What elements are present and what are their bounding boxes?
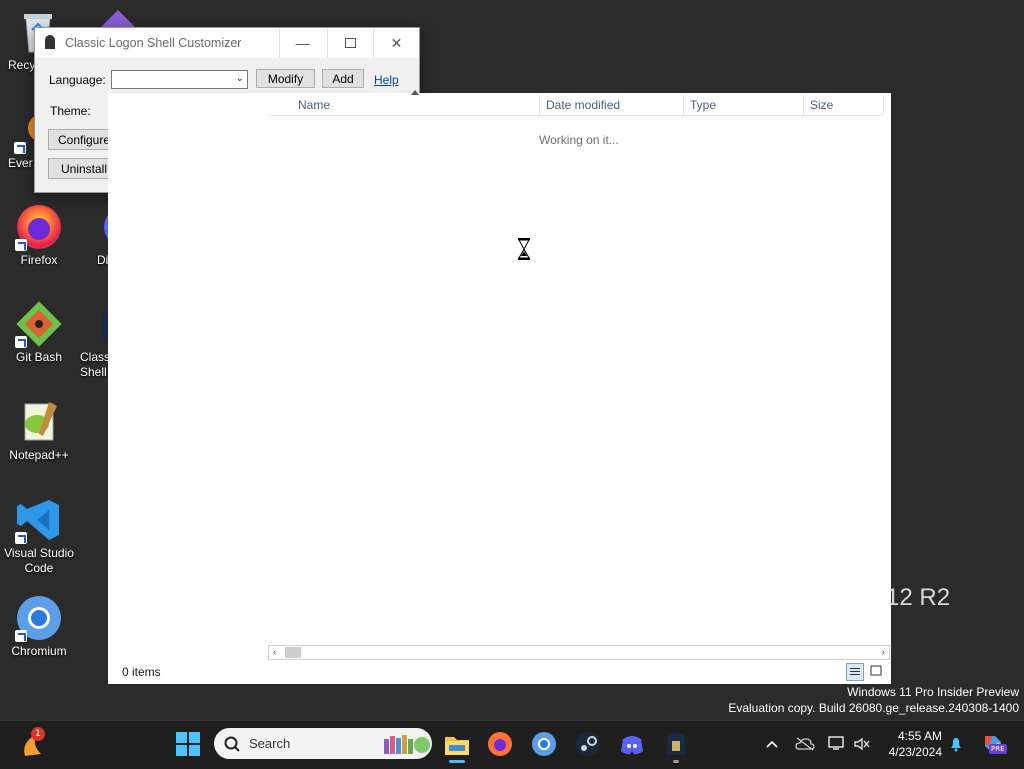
volume-tray-icon[interactable] [854,736,870,755]
column-header-date-modified[interactable]: Date modified [540,95,684,115]
theme-label: Theme: [50,104,91,118]
firefox-icon [488,732,512,756]
taskbar-chromium[interactable] [531,731,559,759]
desktop-icon-chromium[interactable]: Chromium [0,594,79,659]
weather-widget-icon[interactable]: 1 [19,727,47,758]
scroll-left-icon[interactable]: ‹ [273,646,276,659]
scrollbar-thumb[interactable] [285,647,301,658]
desktop-icon-git-bash[interactable]: Git Bash [0,300,79,365]
search-placeholder: Search [249,736,291,751]
clock-time: 4:55 AM [897,729,942,743]
help-link[interactable]: Help [374,73,399,87]
chevron-down-icon: ⌄ [235,73,244,84]
desktop-icon-firefox[interactable]: Firefox [0,203,79,268]
minimize-button[interactable]: — [279,28,325,58]
volume-muted-icon [854,737,870,751]
scroll-right-icon[interactable]: › [882,646,885,659]
classic-shell-icon [667,733,685,755]
language-dropdown[interactable]: ⌄ [111,70,248,89]
clock[interactable]: 4:55 AM 4/23/2024 [880,729,942,759]
chevron-up-icon [766,740,778,748]
column-header-type[interactable]: Type [684,95,804,115]
clock-date: 4/23/2024 [888,745,942,759]
desktop-icon-vscode[interactable]: Visual Studio Code [0,496,79,576]
close-icon: ✕ [390,34,403,51]
desktop-icon-label: Git Bash [15,350,63,364]
language-label: Language: [49,73,106,87]
discord-icon [621,736,643,755]
chromium-icon [532,732,556,756]
header-divider [268,115,883,116]
network-tray-icon[interactable] [828,735,846,755]
classic-shell-app-icon [45,35,55,49]
maximize-icon [345,38,356,48]
close-button[interactable]: ✕ [373,28,419,58]
notification-badge: 1 [31,727,45,741]
bell-icon [951,738,961,752]
hourglass-cursor-icon [517,237,531,261]
desktop-icon-label: Notepad++ [9,448,69,462]
watermark-line2: Evaluation copy. Build 26080.ge_release.… [728,701,1019,715]
shortcut-arrow-icon [15,532,27,544]
copilot-button[interactable]: PRE [981,732,1007,756]
background-logo-text: 12 R2 [886,584,951,611]
taskbar-classic-shell[interactable] [663,731,691,763]
shortcut-arrow-icon [15,336,27,348]
desktop-icon-label: Firefox [20,253,58,267]
taskbar-firefox[interactable] [487,731,515,759]
shortcut-arrow-icon [15,630,27,642]
modify-button[interactable]: Modify [256,69,315,88]
notepadpp-icon [15,398,63,446]
start-button[interactable] [175,731,203,759]
column-header-name[interactable]: Name [292,95,540,115]
onedrive-tray-icon[interactable] [795,736,815,755]
vscode-icon [15,496,63,544]
window-title: Classic Logon Shell Customizer [65,36,242,50]
search-icon [224,736,240,752]
taskbar-file-explorer[interactable] [443,731,471,763]
file-browser-pane: Name Date modified Type Size Working on … [108,90,891,684]
monitor-network-icon [828,736,844,750]
taskbar-discord[interactable] [619,731,647,759]
cloud-offline-icon [795,737,815,751]
taskbar-search-box[interactable]: Search [214,728,432,759]
add-button[interactable]: Add [322,69,364,88]
status-message: Working on it... [539,133,619,147]
running-indicator [673,760,679,763]
shortcut-arrow-icon [15,239,27,251]
shortcut-arrow-icon [14,142,26,154]
firefox-icon [15,203,63,251]
steam-icon [576,732,600,756]
desktop-icon-notepadpp[interactable]: Notepad++ [0,398,79,463]
minimize-icon: — [295,35,310,51]
windows-logo-icon [176,732,200,756]
desktop-icon-label: Visual Studio Code [4,546,74,575]
taskbar-steam[interactable] [575,731,603,759]
details-view-button[interactable] [846,663,864,681]
large-icons-view-button[interactable] [868,663,886,681]
column-header-size[interactable]: Size [804,95,884,115]
chromium-icon [15,594,63,642]
title-bar[interactable]: Classic Logon Shell Customizer — ✕ [35,28,419,58]
maximize-button[interactable] [327,28,373,58]
details-view-icon [850,668,860,675]
active-indicator [449,760,465,763]
show-hidden-icons-button[interactable] [765,736,779,750]
git-bash-icon [15,300,63,348]
large-icons-view-icon [870,665,882,676]
watermark-line1: Windows 11 Pro Insider Preview [847,685,1019,699]
file-explorer-icon [445,737,469,755]
search-highlight-books-icon [384,735,430,754]
copilot-pre-badge: PRE [989,744,1007,754]
item-count: 0 items [122,665,161,679]
desktop-icon-label: Chromium [11,644,67,658]
horizontal-scrollbar[interactable]: ‹ › [268,645,890,660]
notifications-button[interactable] [948,736,964,756]
